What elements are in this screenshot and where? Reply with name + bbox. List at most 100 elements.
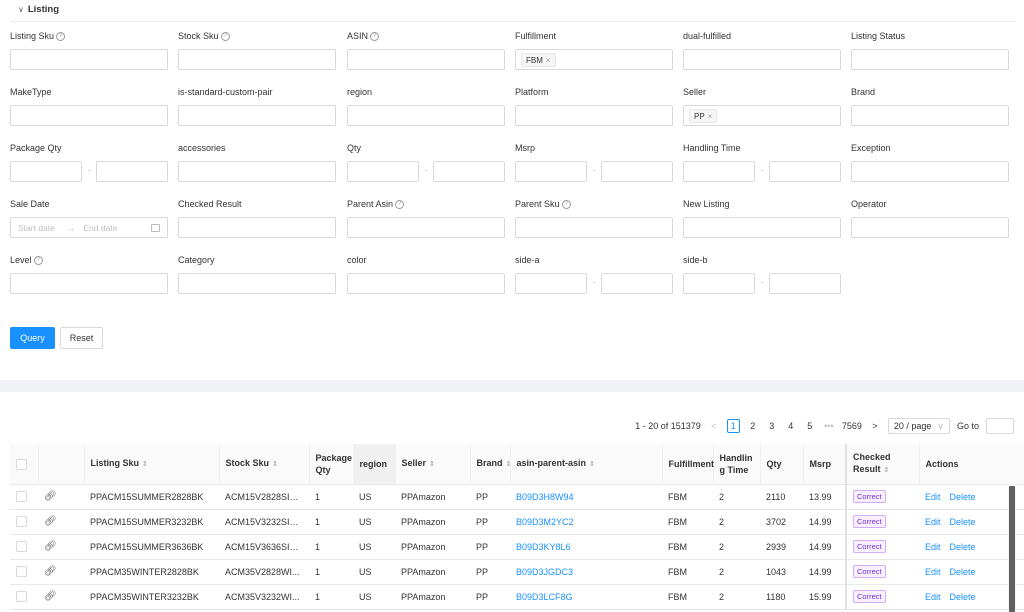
edit-button[interactable]: Edit [925,567,941,577]
cell-region: US [353,484,395,510]
listing-status-input[interactable] [851,49,1009,70]
fulfillment-select[interactable]: FBM × [515,49,673,70]
query-button[interactable]: Query [10,327,55,349]
row-checkbox[interactable] [16,516,27,528]
link-icon[interactable]: 🔗︎ [44,516,57,527]
asin-link[interactable]: B09D3LCF8G [516,592,573,602]
operator-input[interactable] [851,217,1009,238]
label-dual-fulfilled: dual-fulfilled [683,31,732,41]
asin-link[interactable]: B09D3JGDC3 [516,567,573,577]
col-brand[interactable]: Brand ⇕ [470,444,511,485]
asin-link[interactable]: B09D3KY8L6 [516,542,571,552]
msrp-max-input[interactable] [601,161,673,182]
reset-button[interactable]: Reset [60,327,103,349]
asin-link[interactable]: B09D3H8W94 [516,492,574,502]
label-category: Category [178,255,215,265]
accessories-input[interactable] [178,161,336,182]
checked-result-input[interactable] [178,217,336,238]
qty-min-input[interactable] [347,161,419,182]
color-input[interactable] [347,273,505,294]
row-checkbox[interactable] [16,541,27,553]
page-1[interactable]: 1 [726,419,740,433]
edit-button[interactable]: Edit [925,517,941,527]
stock-sku-input[interactable] [178,49,336,70]
help-icon[interactable]: ? [220,31,230,41]
col-qty: Qty [760,444,804,485]
side-a-max-input[interactable] [601,273,673,294]
page-4[interactable]: 4 [785,419,797,433]
seller-select[interactable]: PP × [683,105,841,126]
cell-fulfillment: FBM [662,484,713,510]
page-last[interactable]: 7569 [842,419,862,433]
delete-button[interactable]: Delete [950,567,976,577]
col-seller[interactable]: Seller ⇕ [395,444,471,485]
exception-input[interactable] [851,161,1009,182]
col-listing-sku[interactable]: Listing Sku ⇕ [84,444,220,485]
close-icon[interactable]: × [708,112,713,121]
help-icon[interactable]: ? [395,199,405,209]
handling-time-max-input[interactable] [769,161,841,182]
package-qty-max-input[interactable] [96,161,168,182]
side-a-min-input[interactable] [515,273,587,294]
side-b-max-input[interactable] [769,273,841,294]
region-input[interactable] [347,105,505,126]
is-standard-custom-pair-input[interactable] [178,105,336,126]
link-icon[interactable]: 🔗︎ [44,491,57,502]
new-listing-input[interactable] [683,217,841,238]
link-icon[interactable]: 🔗︎ [44,541,57,552]
page-2[interactable]: 2 [747,419,759,433]
page-5[interactable]: 5 [804,419,816,433]
brand-input[interactable] [851,105,1009,126]
qty-max-input[interactable] [433,161,505,182]
label-operator: Operator [851,199,887,209]
delete-button[interactable]: Delete [950,592,976,602]
asin-link[interactable]: B09D3M2YC2 [516,517,574,527]
row-checkbox[interactable] [16,491,27,503]
make-type-input[interactable] [10,105,168,126]
handling-time-min-input[interactable] [683,161,755,182]
delete-button[interactable]: Delete [950,542,976,552]
sale-date-range-picker[interactable]: Start date → End date [10,217,168,238]
page-3[interactable]: 3 [766,419,778,433]
row-checkbox[interactable] [16,566,27,578]
package-qty-min-input[interactable] [10,161,82,182]
cell-asin: B09D3M2YC2 [510,509,662,535]
edit-button[interactable]: Edit [925,492,941,502]
page-size-select[interactable]: 20 / page ∨ [887,418,950,434]
parent-sku-input[interactable] [515,217,673,238]
asin-input[interactable] [347,49,505,70]
side-b-min-input[interactable] [683,273,755,294]
level-input[interactable] [10,273,168,294]
col-asin-parent-asin[interactable]: asin-parent-asin ⇕ [510,444,663,485]
msrp-min-input[interactable] [515,161,587,182]
row-checkbox[interactable] [16,591,27,603]
delete-button[interactable]: Delete [950,492,976,502]
dual-fulfilled-input[interactable] [683,49,841,70]
prev-page-button[interactable]: < [708,419,720,433]
help-icon[interactable]: ? [561,199,571,209]
cell-msrp: 15.99 [803,584,846,610]
help-icon[interactable]: ? [370,31,380,41]
link-icon[interactable]: 🔗︎ [44,566,57,577]
col-checked-result[interactable]: Checked Result ⇕ [845,444,920,485]
parent-asin-input[interactable] [347,217,505,238]
more-pages-ellipsis[interactable]: ••• [823,419,835,433]
table-scrollbar-thumb[interactable] [1009,486,1015,612]
category-input[interactable] [178,273,336,294]
close-icon[interactable]: × [546,56,551,65]
table-row: 🔗︎ PPACM35WINTER3232BK ACM35V3232WI... 1 US P… [10,584,1024,610]
help-icon[interactable]: ? [33,255,43,265]
delete-button[interactable]: Delete [950,517,976,527]
listing-sku-input[interactable] [10,49,168,70]
edit-button[interactable]: Edit [925,592,941,602]
link-icon[interactable]: 🔗︎ [44,591,57,602]
col-actions: Actions [919,444,1024,485]
select-all-checkbox[interactable] [16,458,27,470]
help-icon[interactable]: ? [56,31,66,41]
platform-input[interactable] [515,105,673,126]
goto-page-input[interactable] [986,418,1014,434]
listing-collapse-header[interactable]: ∨ Listing [18,4,59,15]
col-stock-sku[interactable]: Stock Sku ⇕ [219,444,310,485]
edit-button[interactable]: Edit [925,542,941,552]
next-page-button[interactable]: > [869,419,881,433]
